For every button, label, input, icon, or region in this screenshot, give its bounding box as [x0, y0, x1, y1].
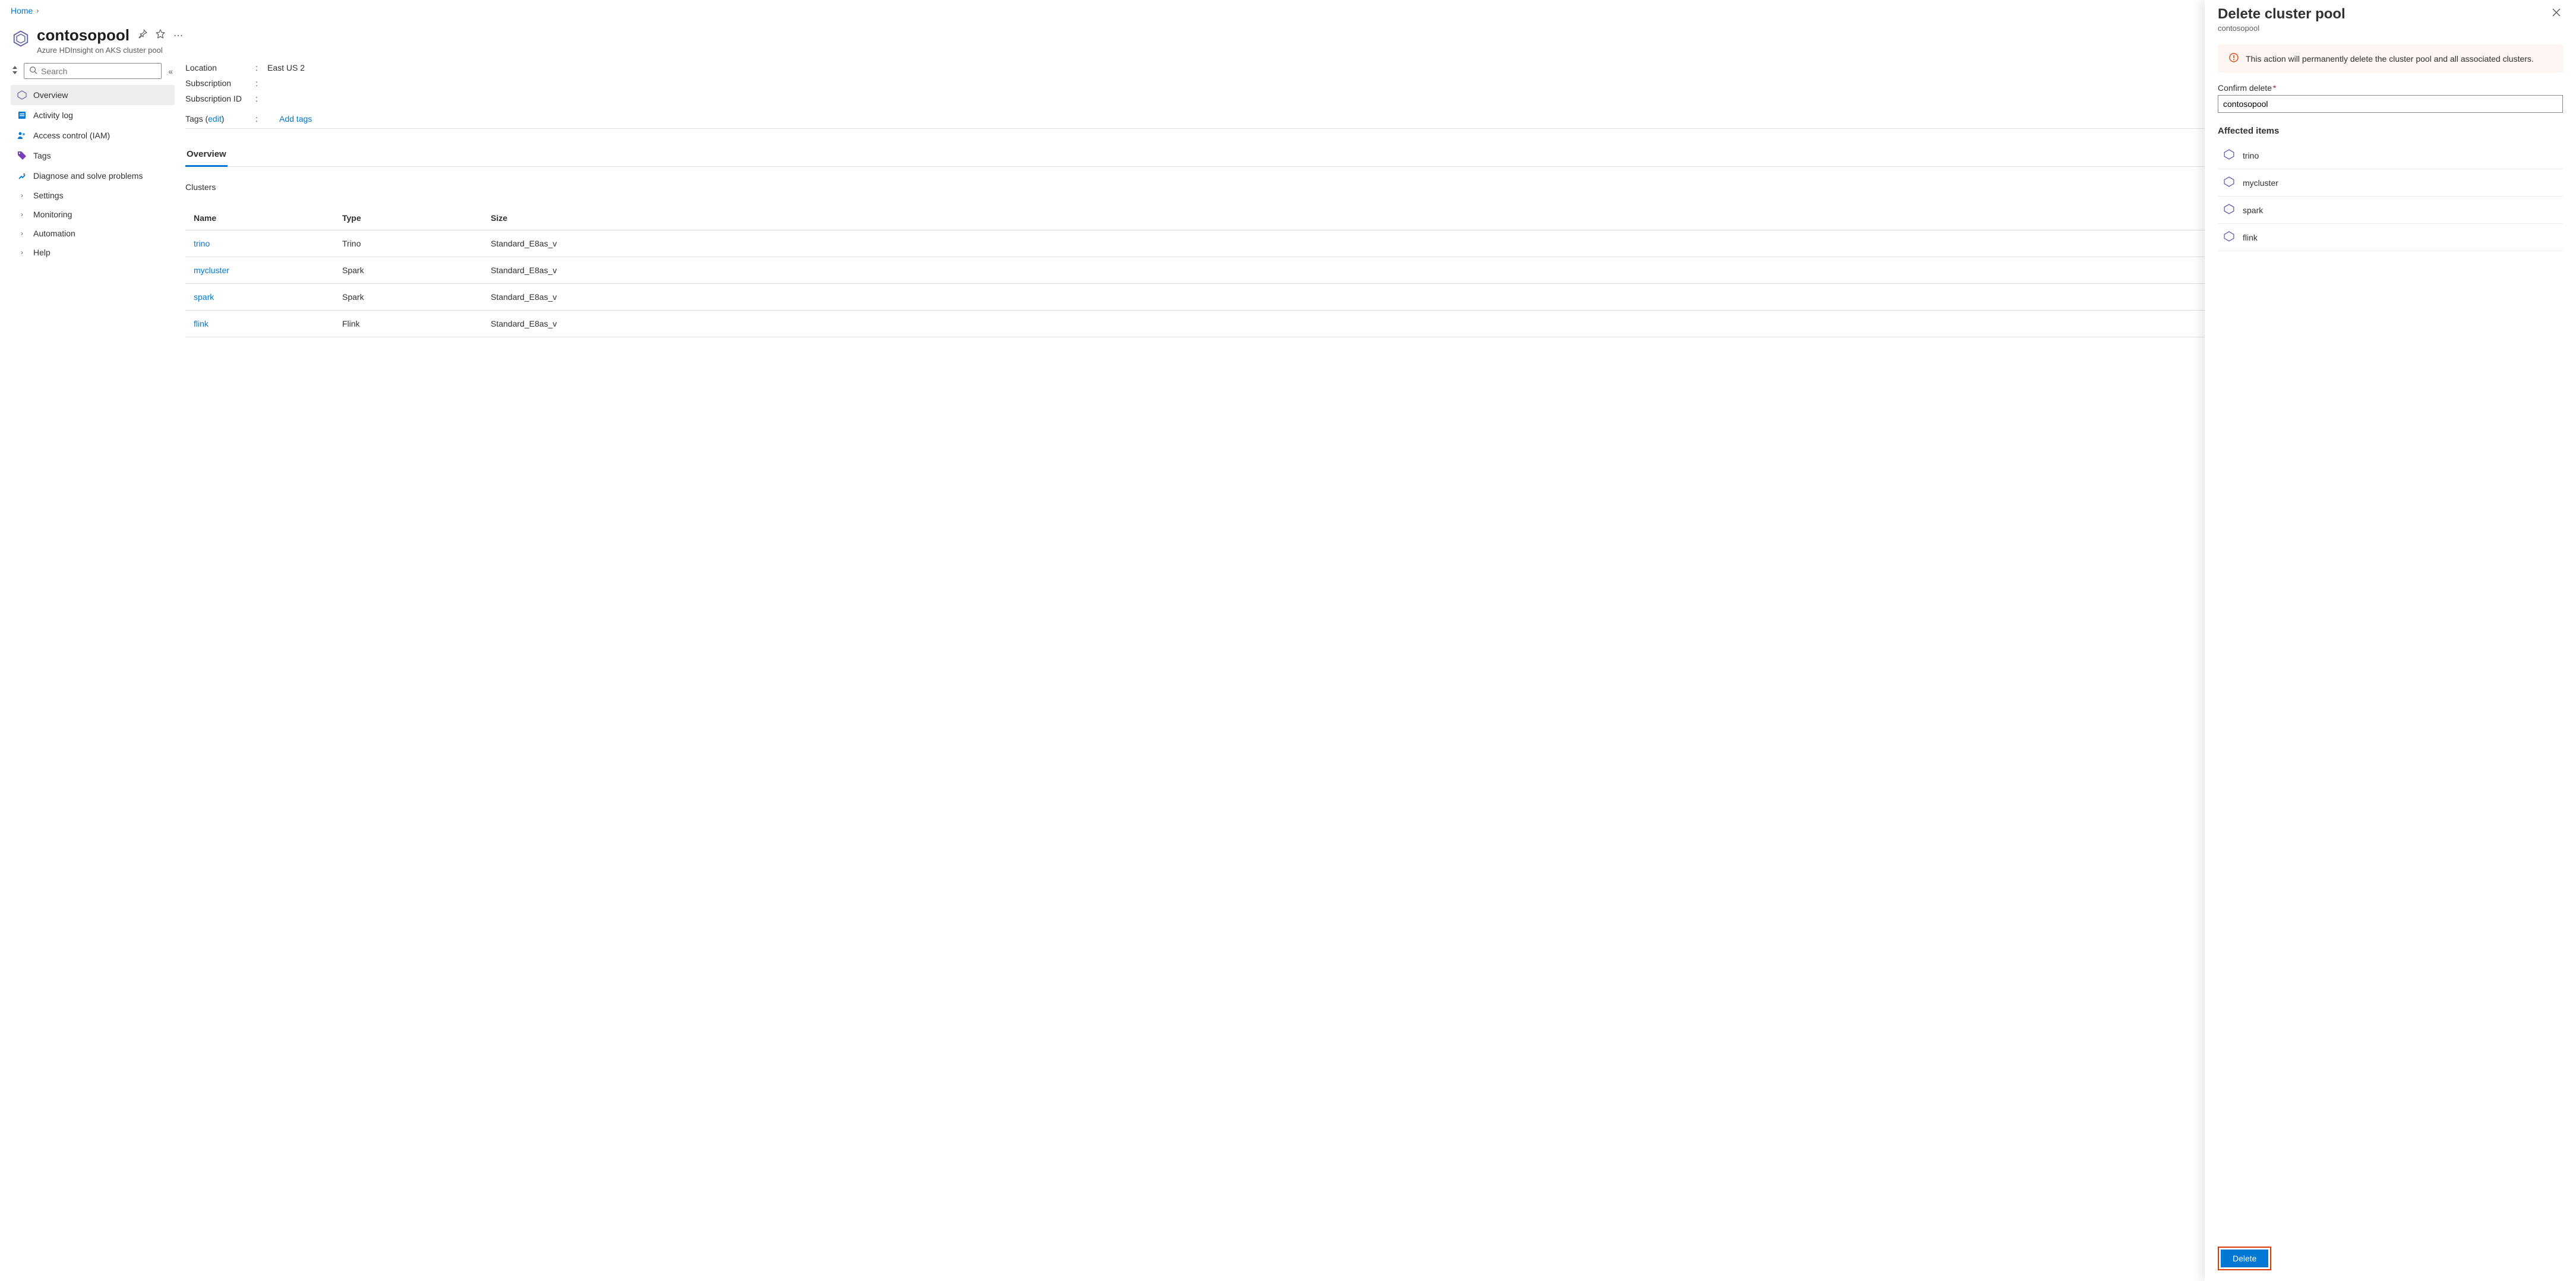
prop-label-tags: Tags (edit) — [185, 114, 255, 124]
close-icon[interactable] — [2550, 6, 2563, 22]
cluster-icon — [2224, 149, 2234, 162]
col-name[interactable]: Name — [185, 206, 334, 230]
more-icon[interactable]: ⋯ — [173, 30, 183, 42]
delete-panel: Delete cluster pool contosopool This act… — [2205, 0, 2576, 1281]
sort-icon[interactable] — [11, 66, 19, 76]
access-control-icon — [17, 130, 27, 141]
panel-subtitle: contosopool — [2218, 24, 2345, 33]
sidebar-item-label: Automation — [33, 229, 75, 238]
cluster-link[interactable]: mycluster — [194, 265, 229, 275]
warning-banner: This action will permanently delete the … — [2218, 45, 2563, 72]
sidebar-item-label: Activity log — [33, 110, 73, 120]
prop-label-subscription: Subscription — [185, 78, 255, 88]
confirm-delete-input[interactable] — [2218, 95, 2563, 113]
cluster-pool-icon — [11, 29, 31, 49]
tab-overview[interactable]: Overview — [185, 143, 228, 166]
collapse-sidebar-icon[interactable]: « — [166, 67, 175, 76]
affected-items-title: Affected items — [2218, 126, 2563, 136]
activity-log-icon — [17, 110, 27, 121]
affected-item-name: trino — [2243, 151, 2259, 160]
warning-icon — [2229, 53, 2239, 64]
edit-tags-link[interactable]: edit — [208, 114, 222, 124]
sidebar-item-access-control[interactable]: Access control (IAM) — [11, 125, 175, 146]
delete-button[interactable]: Delete — [2221, 1250, 2268, 1267]
sidebar-item-label: Access control (IAM) — [33, 131, 110, 140]
affected-item: flink — [2218, 224, 2563, 251]
cluster-link[interactable]: flink — [194, 319, 209, 328]
diagnose-icon — [17, 170, 27, 181]
prop-label-location: Location — [185, 63, 255, 72]
page-subtitle: Azure HDInsight on AKS cluster pool — [37, 46, 183, 55]
search-input-wrapper[interactable] — [24, 63, 162, 79]
cluster-type: Spark — [334, 284, 482, 311]
search-input[interactable] — [41, 67, 156, 76]
cluster-type: Flink — [334, 311, 482, 337]
cluster-link[interactable]: spark — [194, 292, 214, 302]
sidebar-item-label: Monitoring — [33, 210, 72, 219]
sidebar-item-label: Diagnose and solve problems — [33, 171, 143, 181]
chevron-right-icon: › — [36, 7, 39, 15]
star-icon[interactable] — [156, 29, 165, 42]
breadcrumb-home[interactable]: Home — [11, 6, 33, 15]
sidebar-item-help[interactable]: › Help — [11, 243, 175, 262]
delete-button-highlight: Delete — [2218, 1247, 2271, 1270]
sidebar-nav: Overview Activity log Access control (IA… — [11, 85, 175, 262]
sidebar-item-overview[interactable]: Overview — [11, 85, 175, 105]
col-type[interactable]: Type — [334, 206, 482, 230]
affected-item: trino — [2218, 142, 2563, 169]
cluster-icon — [2224, 204, 2234, 216]
sidebar-item-diagnose[interactable]: Diagnose and solve problems — [11, 166, 175, 186]
pin-icon[interactable] — [138, 29, 147, 42]
overview-icon — [17, 90, 27, 100]
affected-item-name: mycluster — [2243, 178, 2278, 188]
chevron-right-icon: › — [17, 248, 27, 257]
sidebar-item-label: Overview — [33, 90, 68, 100]
cluster-type: Trino — [334, 230, 482, 257]
sidebar-item-automation[interactable]: › Automation — [11, 224, 175, 243]
page-title: contosopool — [37, 26, 130, 45]
chevron-right-icon: › — [17, 210, 27, 219]
affected-item-name: flink — [2243, 233, 2258, 242]
sidebar-item-tags[interactable]: Tags — [11, 146, 175, 166]
panel-title: Delete cluster pool — [2218, 6, 2345, 23]
affected-item: spark — [2218, 197, 2563, 224]
prop-label-subscription-id: Subscription ID — [185, 94, 255, 103]
confirm-delete-label: Confirm delete* — [2218, 83, 2563, 93]
sidebar-item-label: Tags — [33, 151, 51, 160]
sidebar-item-label: Settings — [33, 191, 64, 200]
breadcrumb: Home › — [11, 6, 2565, 15]
add-tags-link[interactable]: Add tags — [279, 114, 312, 124]
chevron-right-icon: › — [17, 229, 27, 238]
sidebar-item-activity-log[interactable]: Activity log — [11, 105, 175, 125]
sidebar-item-monitoring[interactable]: › Monitoring — [11, 205, 175, 224]
search-icon — [29, 66, 37, 76]
chevron-right-icon: › — [17, 191, 27, 200]
affected-item-name: spark — [2243, 205, 2263, 215]
sidebar-item-settings[interactable]: › Settings — [11, 186, 175, 205]
sidebar-item-label: Help — [33, 248, 50, 257]
cluster-icon — [2224, 231, 2234, 243]
tags-icon — [17, 150, 27, 161]
cluster-link[interactable]: trino — [194, 239, 210, 248]
affected-item: mycluster — [2218, 169, 2563, 197]
cluster-icon — [2224, 176, 2234, 189]
warning-text: This action will permanently delete the … — [2246, 54, 2534, 64]
cluster-type: Spark — [334, 257, 482, 284]
affected-items-list: trino mycluster spark flink — [2218, 142, 2563, 251]
